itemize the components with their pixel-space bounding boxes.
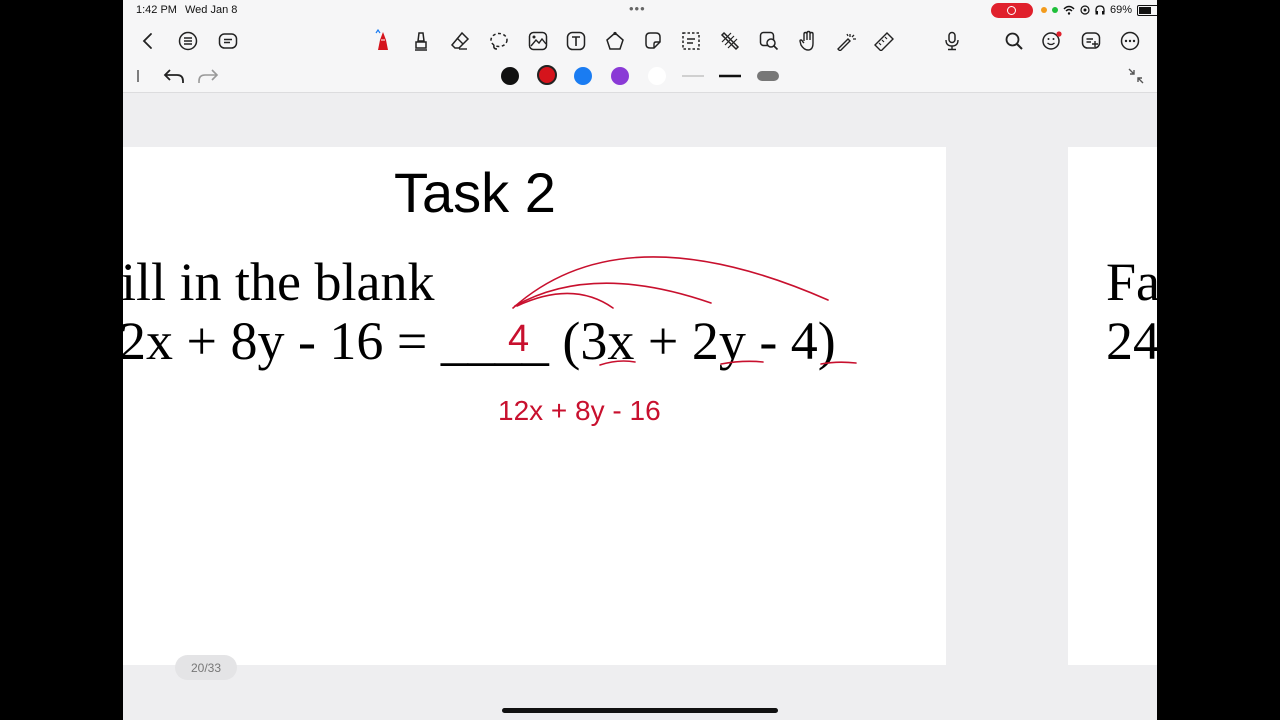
back-icon[interactable]	[137, 30, 159, 52]
camera-in-use-icon	[1052, 7, 1058, 13]
image-icon[interactable]	[527, 30, 549, 52]
color-red-selected[interactable]	[537, 65, 557, 85]
screen-recording-icon[interactable]	[991, 3, 1033, 18]
thick-stroke-icon[interactable]	[757, 65, 779, 87]
status-time: 1:42 PM	[136, 4, 177, 16]
more-icon[interactable]	[1119, 30, 1141, 52]
status-bar: 1:42 PM Wed Jan 8 ••• 69%	[123, 0, 1157, 22]
next-page-text-line-2: 24	[1106, 311, 1157, 371]
collapse-toolbar-icon[interactable]	[1125, 65, 1147, 87]
mic-in-use-icon	[1041, 7, 1047, 13]
pen-icon[interactable]	[372, 29, 394, 52]
collaboration-icon[interactable]	[1041, 30, 1063, 52]
equation-text: 2x + 8y - 16 = ____ (3x + 2y - 4)	[123, 311, 836, 371]
instruction-text: ill in the blank	[123, 252, 435, 312]
lasso-icon[interactable]	[488, 30, 510, 52]
status-date: Wed Jan 8	[185, 4, 238, 16]
zoom-window-icon[interactable]	[758, 30, 780, 52]
ruler-icon[interactable]	[873, 30, 895, 52]
microphone-icon[interactable]	[941, 30, 963, 52]
add-page-icon[interactable]	[1080, 30, 1102, 52]
highlighter-icon[interactable]	[410, 30, 432, 52]
color-black[interactable]	[501, 67, 519, 85]
status-indicators: 69%	[1041, 4, 1157, 16]
notes-toolbar	[123, 22, 1157, 60]
location-icon	[1080, 5, 1090, 15]
eraser-icon[interactable]	[449, 30, 471, 52]
text-icon[interactable]	[565, 30, 587, 52]
outline-icon[interactable]	[177, 30, 199, 52]
medium-stroke-icon[interactable]	[719, 65, 741, 87]
battery-icon	[1137, 4, 1157, 16]
sidebar-handle-icon[interactable]	[127, 65, 149, 87]
next-note-page[interactable]: Fa 24	[1068, 147, 1157, 665]
page-menu-icon[interactable]	[217, 30, 239, 52]
redo-icon[interactable]	[197, 65, 219, 87]
selection-icon[interactable]	[680, 30, 702, 52]
page-number-indicator[interactable]: 20/33	[175, 655, 237, 680]
color-white[interactable]	[648, 67, 666, 85]
shapes-icon[interactable]	[604, 30, 626, 52]
home-indicator[interactable]	[502, 708, 778, 713]
page-title: Task 2	[394, 161, 556, 224]
wifi-icon	[1063, 5, 1075, 15]
sticker-icon[interactable]	[642, 30, 664, 52]
undo-icon[interactable]	[163, 65, 185, 87]
color-blue[interactable]	[574, 67, 592, 85]
battery-percent: 69%	[1110, 4, 1133, 16]
app-screen: 1:42 PM Wed Jan 8 ••• 69% Task 2 ill in …	[123, 0, 1157, 720]
next-page-text-line-1: Fa	[1106, 252, 1157, 312]
tool-options-bar	[123, 60, 1157, 93]
search-icon[interactable]	[1003, 30, 1025, 52]
laser-pointer-icon[interactable]	[835, 30, 857, 52]
hand-icon[interactable]	[797, 30, 819, 52]
multitasking-dots-icon[interactable]: •••	[629, 1, 646, 16]
color-purple[interactable]	[611, 67, 629, 85]
thin-stroke-icon[interactable]	[682, 65, 704, 87]
tape-icon[interactable]	[719, 30, 741, 52]
headphones-icon	[1095, 5, 1105, 15]
note-page[interactable]: Task 2 ill in the blank 2x + 8y - 16 = _…	[123, 147, 946, 665]
